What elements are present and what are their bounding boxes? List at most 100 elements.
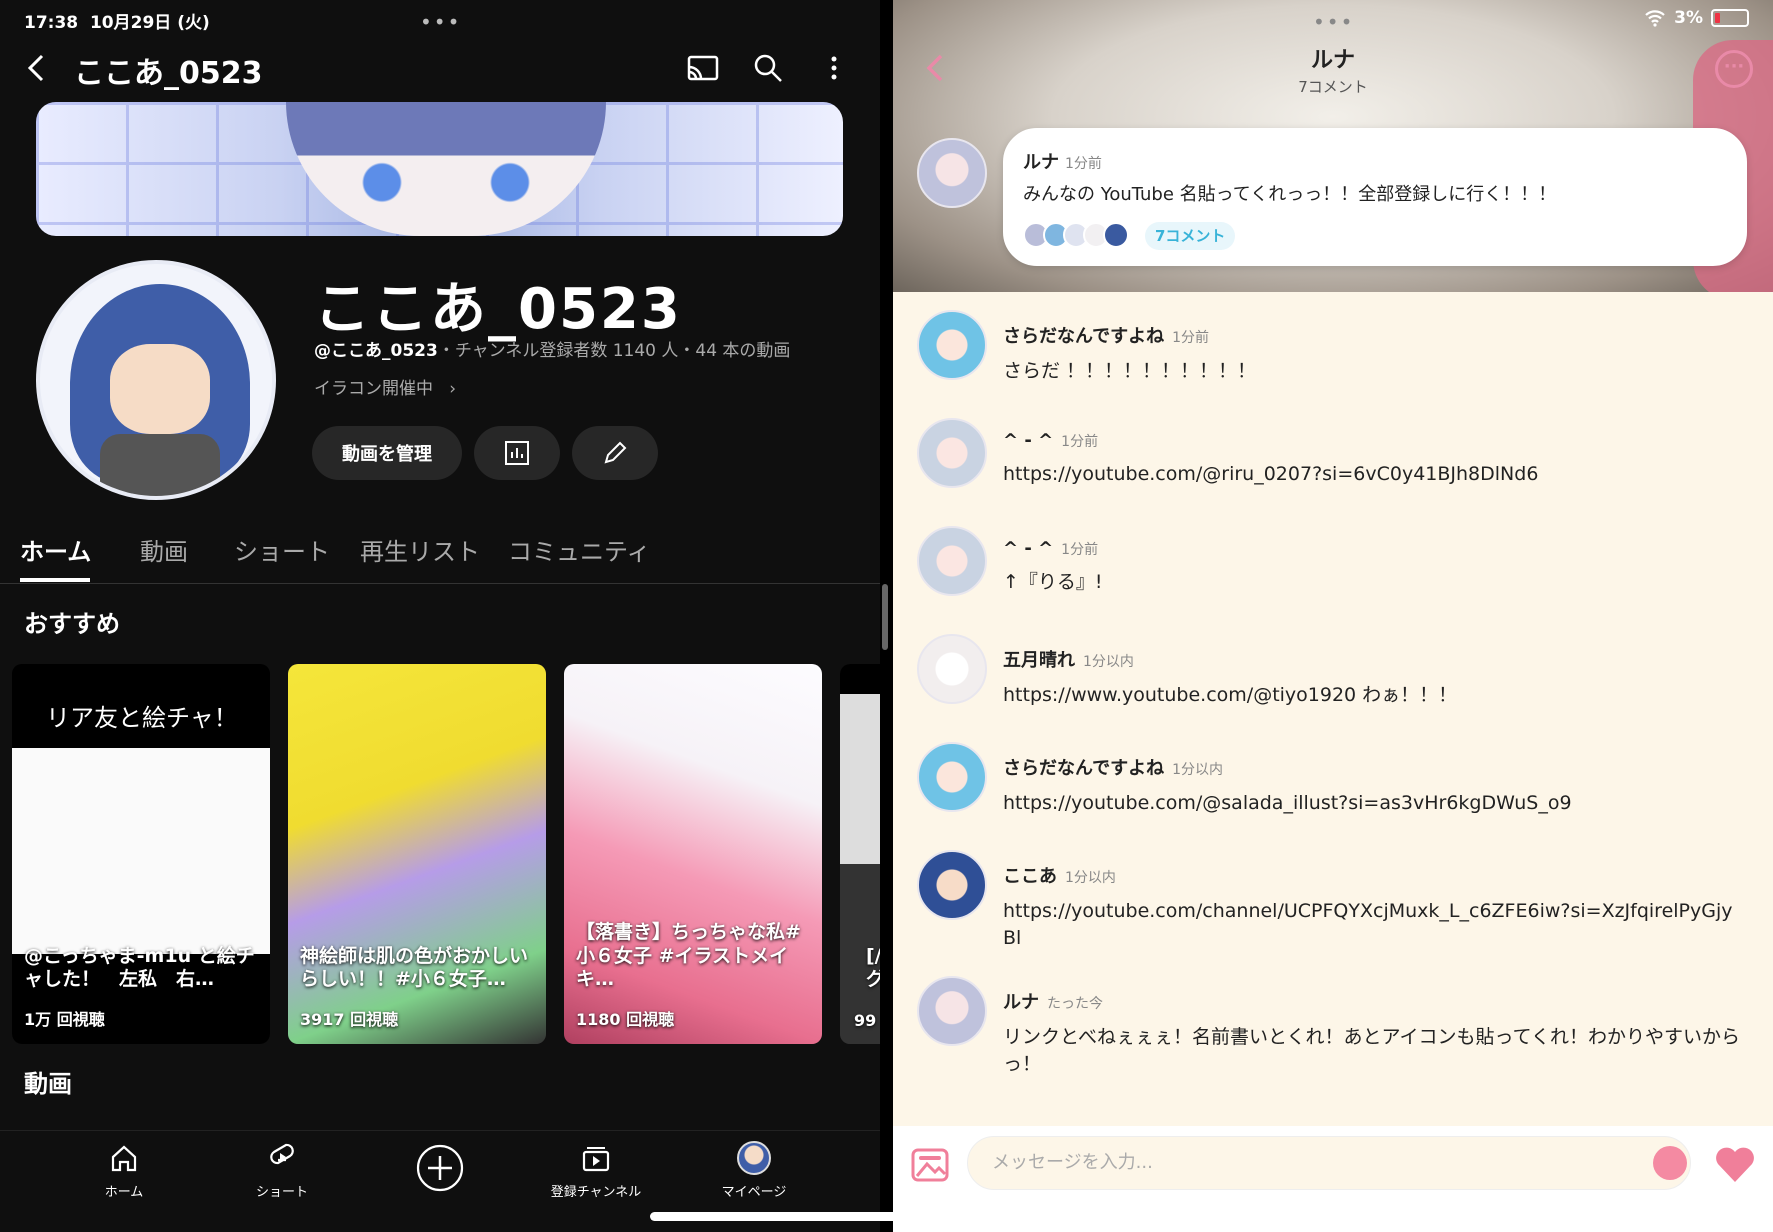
chat-title: ルナ xyxy=(1310,48,1355,73)
comment-text: ↑『りる』! xyxy=(1003,571,1103,593)
comment-author: さらだなんですよね 1分前 xyxy=(1003,326,1210,347)
analytics-button[interactable] xyxy=(474,426,560,480)
back-icon[interactable] xyxy=(22,50,50,86)
comment-item: さらだなんですよね 1分以内 https://youtube.com/@salad… xyxy=(1003,754,1743,817)
comment-item: ^ - ^ 1分前 https://youtube.com/@riru_0207?… xyxy=(1003,430,1743,488)
nav-home[interactable]: ホーム xyxy=(64,1141,184,1200)
channel-tabs: ホーム 動画 ショート 再生リスト コミュニティ xyxy=(0,520,880,584)
avatar[interactable] xyxy=(917,976,987,1046)
comment-author: ルナ たった今 xyxy=(1003,992,1103,1013)
comment-text[interactable]: https://youtube.com/channel/UCPFQYXcjMux… xyxy=(1003,898,1743,951)
page-title: ここあ_0523 xyxy=(74,56,263,91)
card-caption: 神絵師は肌の色がおかしいらしい！！#小６女子… xyxy=(300,944,529,991)
comment-text[interactable]: https://youtube.com/@salada_illust?si=as… xyxy=(1003,790,1743,817)
comment-author: 五月晴れ 1分以内 xyxy=(1003,650,1134,671)
create-plus-icon xyxy=(416,1144,464,1192)
subscriptions-icon xyxy=(582,1147,610,1172)
pencil-icon xyxy=(604,441,627,464)
home-icon xyxy=(111,1145,137,1172)
analytics-icon xyxy=(505,441,529,465)
home-indicator[interactable] xyxy=(650,1212,1124,1221)
tab-shorts[interactable]: ショート xyxy=(234,532,330,567)
cast-icon[interactable] xyxy=(685,50,721,86)
channel-banner xyxy=(36,102,843,236)
nav-my-page[interactable]: マイページ xyxy=(694,1141,814,1200)
status-right: 3% xyxy=(1644,8,1749,28)
post-text: みんなの YouTube 名貼ってくれっっ！！全部登録しに行く！！！ xyxy=(1023,184,1557,205)
more-options-button[interactable]: ··· xyxy=(1715,50,1753,88)
edit-channel-button[interactable] xyxy=(572,426,658,480)
comment-text[interactable]: https://www.youtube.com/@tiyo1920 わぁ！！！ xyxy=(1003,682,1743,709)
emoji-icon[interactable] xyxy=(1653,1146,1687,1180)
card-views: 1万 回視聴 xyxy=(24,1010,105,1029)
comment-author: ここあ 1分以内 xyxy=(1003,866,1116,887)
multitask-handle[interactable]: ••• xyxy=(420,10,461,34)
card-views: 1180 回視聴 xyxy=(576,1010,675,1029)
scrollbar[interactable] xyxy=(882,584,888,650)
avatar[interactable] xyxy=(917,634,987,704)
chat-subtitle: 7コメント xyxy=(1298,78,1368,96)
heart-icon[interactable] xyxy=(1713,1144,1757,1184)
chat-header: ••• 3% ルナ 7コメント ··· ルナ 1分前 みんなの YouTube 名… xyxy=(893,0,1773,292)
battery-icon xyxy=(1711,9,1749,27)
comment-text: さらだ ！！！！！！！！！！ xyxy=(1003,360,1257,382)
card-top-text: リア友と絵チャ！ xyxy=(12,664,270,748)
comment-text: リンクとべねぇぇぇ！名前書いとくれ！あとアイコンも貼ってくれ！わかりやすいからっ… xyxy=(1003,1026,1741,1075)
shorts-icon xyxy=(270,1143,294,1165)
short-card[interactable]: [/グ] 99 xyxy=(840,664,880,1044)
nav-subscriptions[interactable]: 登録チャンネル xyxy=(536,1141,656,1200)
status-time: 17:38 10月29日 (火) xyxy=(24,13,210,33)
tab-videos[interactable]: 動画 xyxy=(140,532,188,567)
card-caption: [/グ] xyxy=(866,944,880,991)
card-caption: 【落書き】ちっちゃな私#小６女子 #イラストメイキ… xyxy=(576,920,801,991)
channel-avatar[interactable] xyxy=(36,260,276,500)
card-caption: @こっちゃま-m1u と絵チャした！ 左私 右… xyxy=(24,944,255,991)
short-card[interactable]: リア友と絵チャ！ @こっちゃま-m1u と絵チャした！ 左私 右… 1万 回視聴 xyxy=(12,664,270,1044)
short-card[interactable]: 神絵師は肌の色がおかしいらしい！！#小６女子… 3917 回視聴 xyxy=(288,664,546,1044)
tab-underline xyxy=(20,578,90,582)
section-recommended: おすすめ xyxy=(24,610,120,638)
more-vert-icon[interactable] xyxy=(816,50,852,86)
image-icon[interactable] xyxy=(911,1148,949,1182)
search-icon[interactable] xyxy=(750,50,786,86)
comment-item: ルナ たった今 リンクとべねぇぇぇ！名前書いとくれ！あとアイコンも貼ってくれ！わか… xyxy=(1003,988,1743,1077)
channel-name: ここあ_0523 xyxy=(314,277,682,342)
section-videos: 動画 xyxy=(24,1070,72,1098)
tab-home[interactable]: ホーム xyxy=(20,532,91,567)
channel-link[interactable]: イラコン開催中 › xyxy=(314,374,456,399)
wifi-icon xyxy=(1645,10,1665,27)
commenter-avatars xyxy=(1023,222,1129,248)
comment-count-badge[interactable]: 7コメント xyxy=(1145,222,1236,250)
avatar[interactable] xyxy=(917,418,987,488)
card-views: 99 xyxy=(854,1011,877,1030)
avatar[interactable] xyxy=(917,138,987,208)
comment-item: ここあ 1分以内 https://youtube.com/channel/UCPF… xyxy=(1003,862,1743,951)
channel-meta: @ここあ_0523・チャンネル登録者数 1140 人・44 本の動画 xyxy=(314,341,791,361)
comment-item: さらだなんですよね 1分前 さらだ ！！！！！！！！！！ xyxy=(1003,322,1743,385)
youtube-pane: 17:38 10月29日 (火) ••• ここあ_0523 ここあ_0523 @… xyxy=(0,0,880,1232)
nav-create[interactable] xyxy=(380,1143,500,1199)
short-card[interactable]: 【落書き】ちっちゃな私#小６女子 #イラストメイキ… 1180 回視聴 xyxy=(564,664,822,1044)
message-input[interactable]: メッセージを入力... xyxy=(967,1136,1691,1190)
avatar[interactable] xyxy=(917,742,987,812)
my-avatar-icon xyxy=(737,1141,771,1175)
comment-item: ^ - ^ 1分前 ↑『りる』! xyxy=(1003,538,1743,596)
card-views: 3917 回視聴 xyxy=(300,1010,399,1029)
main-post: ルナ 1分前 みんなの YouTube 名貼ってくれっっ！！全部登録しに行く！！！… xyxy=(1003,128,1747,266)
comment-author: ^ - ^ 1分前 xyxy=(1003,538,1099,559)
post-author: ルナ 1分前 xyxy=(1023,152,1102,173)
nav-shorts[interactable]: ショート xyxy=(222,1141,342,1200)
tab-playlists[interactable]: 再生リスト xyxy=(360,532,480,567)
avatar[interactable] xyxy=(917,526,987,596)
avatar[interactable] xyxy=(917,850,987,920)
yt-topbar: ここあ_0523 xyxy=(0,44,880,96)
tab-community[interactable]: コミュニティ xyxy=(508,532,651,567)
avatar[interactable] xyxy=(917,310,987,380)
chat-pane: ••• 3% ルナ 7コメント ··· ルナ 1分前 みんなの YouTube 名… xyxy=(893,0,1773,1232)
manage-videos-button[interactable]: 動画を管理 xyxy=(312,426,462,480)
comment-item: 五月晴れ 1分以内 https://www.youtube.com/@tiyo19… xyxy=(1003,646,1743,709)
comment-author: さらだなんですよね 1分以内 xyxy=(1003,758,1224,779)
comment-author: ^ - ^ 1分前 xyxy=(1003,430,1099,451)
comment-text[interactable]: https://youtube.com/@riru_0207?si=6vC0y4… xyxy=(1003,461,1743,488)
multitask-handle[interactable]: ••• xyxy=(1313,10,1354,34)
